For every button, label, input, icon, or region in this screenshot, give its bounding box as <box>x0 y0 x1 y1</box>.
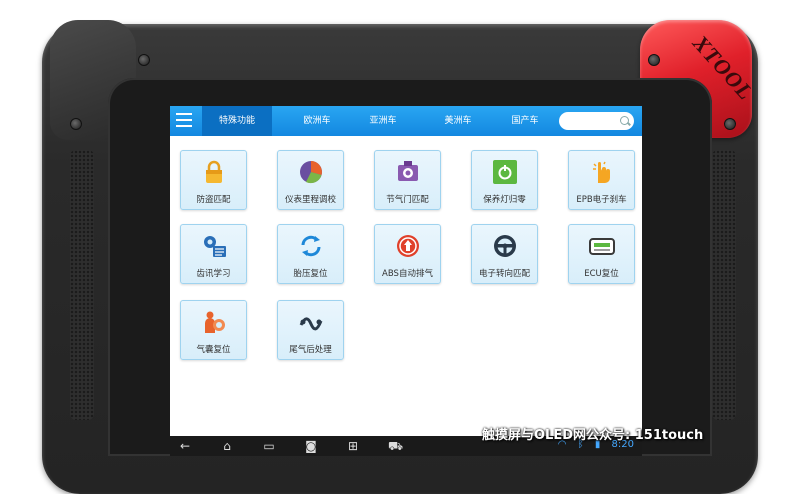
back-icon[interactable]: ← <box>178 439 192 453</box>
tile-abs-bleeding[interactable]: ABS自动排气 <box>374 224 441 284</box>
ecu-icon <box>588 238 615 255</box>
watermark-text: 触摸屏与OLED网公众号: 151touch <box>482 428 704 443</box>
tile-steering-calibration[interactable]: 电子转向匹配 <box>471 224 538 284</box>
exhaust-icon <box>299 317 322 331</box>
abs-icon <box>396 235 419 257</box>
tile-label: EPB电子刹车 <box>576 195 627 205</box>
menu-icon[interactable] <box>176 113 192 128</box>
app-screen: 特殊功能 欧洲车 亚洲车 美洲车 国产车 防盗匹配 仪表里程调校 节气门匹配 保… <box>170 106 642 456</box>
tile-label: 防盗匹配 <box>196 195 231 205</box>
toolbox-icon[interactable]: ⊞ <box>346 439 360 453</box>
right-grip <box>712 150 736 420</box>
tile-immobilizer[interactable]: 防盗匹配 <box>180 150 247 210</box>
tile-label: 胎压复位 <box>293 269 328 279</box>
tile-service-reset[interactable]: 保养灯归零 <box>471 150 538 210</box>
pie-chart-icon <box>299 161 322 184</box>
tile-label: ABS自动排气 <box>382 269 433 279</box>
tile-label: 尾气后处理 <box>289 345 332 355</box>
camera-icon[interactable]: ◙ <box>304 439 318 453</box>
search-icon[interactable] <box>620 116 629 125</box>
home-icon[interactable]: ⌂ <box>220 439 234 453</box>
service-light-icon <box>492 160 517 184</box>
tile-label: 齿讯学习 <box>196 269 231 279</box>
refresh-icon <box>301 235 320 257</box>
tab-american-cars[interactable]: 美洲车 <box>423 106 493 136</box>
screw-icon <box>648 54 660 66</box>
airbag-icon <box>204 311 225 333</box>
vehicle-icon[interactable]: ⛟ <box>388 439 403 453</box>
tile-label: 仪表里程调校 <box>284 195 336 205</box>
throttle-icon <box>397 161 418 181</box>
tab-european-cars[interactable]: 欧洲车 <box>282 106 352 136</box>
tile-label: 电子转向匹配 <box>478 269 530 279</box>
tab-asian-cars[interactable]: 亚洲车 <box>348 106 418 136</box>
screw-icon <box>70 118 82 130</box>
tile-label: 节气门匹配 <box>386 195 429 205</box>
tile-ecu-reset[interactable]: ECU复位 <box>568 224 635 284</box>
tile-tpms-reset[interactable]: 胎压复位 <box>277 224 344 284</box>
tile-throttle[interactable]: 节气门匹配 <box>374 150 441 210</box>
tile-label: 气囊复位 <box>196 345 231 355</box>
tile-odometer[interactable]: 仪表里程调校 <box>277 150 344 210</box>
tile-label: 保养灯归零 <box>483 195 526 205</box>
screw-icon <box>724 118 736 130</box>
screw-icon <box>138 54 150 66</box>
tile-label: ECU复位 <box>584 269 619 279</box>
tile-tooth-learning[interactable]: 齿讯学习 <box>180 224 247 284</box>
tile-epb[interactable]: EPB电子刹车 <box>568 150 635 210</box>
tile-airbag-reset[interactable]: 气囊复位 <box>180 300 247 360</box>
top-bar: 特殊功能 欧洲车 亚洲车 美洲车 国产车 <box>170 106 642 136</box>
tab-special-functions[interactable]: 特殊功能 <box>202 106 272 136</box>
tab-domestic-cars[interactable]: 国产车 <box>490 106 560 136</box>
hand-brake-icon <box>592 161 610 183</box>
tile-dpf[interactable]: 尾气后处理 <box>277 300 344 360</box>
left-grip <box>70 150 94 420</box>
gear-icon <box>203 236 226 257</box>
lock-icon <box>205 160 222 183</box>
steering-wheel-icon <box>493 235 516 257</box>
recent-apps-icon[interactable]: ▭ <box>262 439 276 453</box>
